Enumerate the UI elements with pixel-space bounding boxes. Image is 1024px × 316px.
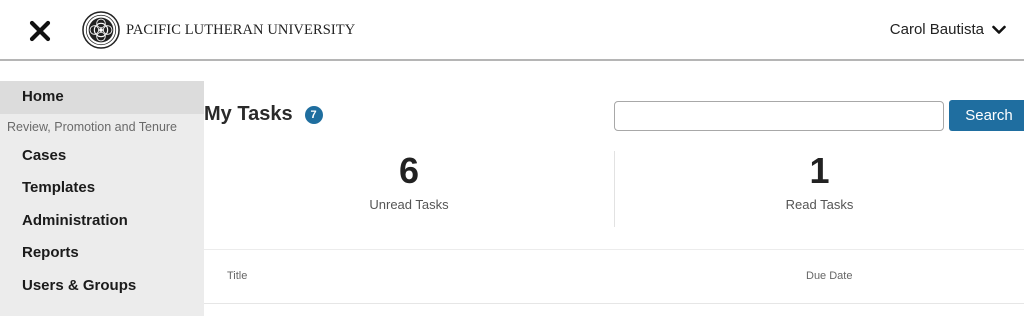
- sidebar-item-templates[interactable]: Templates: [0, 172, 204, 205]
- unread-tasks-count: 6: [398, 150, 420, 191]
- task-count-badge: 7: [304, 105, 323, 124]
- read-tasks-stat[interactable]: 1 Read Tasks: [614, 151, 1024, 227]
- read-tasks-label: Read Tasks: [785, 197, 854, 212]
- sidebar-item-administration[interactable]: Administration: [0, 205, 204, 238]
- sidebar-item-users-groups[interactable]: Users & Groups: [0, 270, 204, 303]
- main-content: My Tasks 7 Search 6 Unread Tasks 1 Read …: [204, 81, 1024, 316]
- sidebar-section-label: Review, Promotion and Tenure: [7, 119, 178, 134]
- user-name: Carol Bautista: [889, 21, 984, 38]
- sidebar: Home Review, Promotion and Tenure Cases …: [0, 81, 204, 316]
- search-input[interactable]: [614, 101, 944, 131]
- page-title: My Tasks: [204, 103, 293, 125]
- read-tasks-count: 1: [809, 150, 830, 191]
- sidebar-item-home[interactable]: Home: [0, 81, 204, 114]
- logo-text: PACIFIC LUTHERAN UNIVERSITY: [126, 21, 356, 38]
- tasks-table: Title Due Date: [204, 249, 1024, 316]
- sidebar-item-reports[interactable]: Reports: [0, 237, 204, 270]
- column-header-title[interactable]: Title: [227, 270, 247, 282]
- unread-tasks-stat[interactable]: 6 Unread Tasks: [204, 151, 614, 227]
- search-button[interactable]: Search: [949, 100, 1024, 131]
- university-logo[interactable]: PACIFIC LUTHERAN UNIVERSITY: [82, 11, 355, 49]
- chevron-down-icon: [992, 25, 1006, 34]
- user-menu[interactable]: Carol Bautista: [890, 21, 1006, 38]
- sidebar-item-cases[interactable]: Cases: [0, 140, 204, 173]
- task-stats: 6 Unread Tasks 1 Read Tasks: [204, 151, 1024, 227]
- page-title-row: My Tasks 7: [204, 103, 323, 126]
- top-bar: PACIFIC LUTHERAN UNIVERSITY Carol Bautis…: [0, 0, 1024, 61]
- university-seal-icon: [82, 11, 120, 49]
- table-header: Title Due Date: [204, 250, 1024, 304]
- unread-tasks-label: Unread Tasks: [369, 197, 449, 212]
- column-header-due-date[interactable]: Due Date: [806, 270, 852, 282]
- close-icon[interactable]: [28, 19, 52, 43]
